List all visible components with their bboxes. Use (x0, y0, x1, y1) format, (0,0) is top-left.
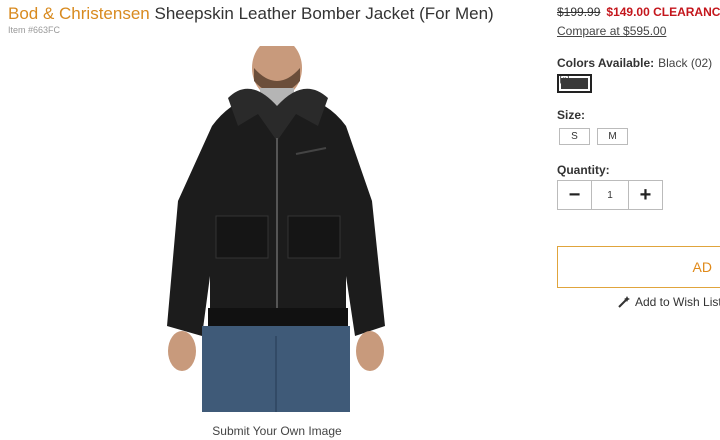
brand-link[interactable]: Bod & Christensen (8, 4, 150, 23)
add-to-cart-button[interactable]: AD (557, 246, 720, 288)
color-swatch-black[interactable] (557, 74, 592, 93)
swatch-fill (561, 78, 588, 89)
jacket-photo (167, 46, 385, 412)
price-block: $199.99 $149.00 CLEARANCE (557, 5, 720, 19)
quantity-increase-button[interactable]: + (628, 181, 662, 209)
original-price: $199.99 (557, 5, 601, 19)
selected-color: Black (02) (658, 56, 713, 70)
quantity-decrease-button[interactable]: − (558, 181, 592, 209)
quantity-label: Quantity: (557, 163, 610, 177)
size-option-s[interactable]: S (559, 128, 590, 145)
compare-price-link[interactable]: Compare at $595.00 (557, 24, 666, 38)
sale-price: $149.00 CLEARANCE (606, 5, 720, 19)
wishlist-label: Add to Wish List (635, 295, 720, 309)
add-to-wishlist-link[interactable]: Add to Wish List (617, 295, 720, 309)
size-label: Size: (557, 108, 586, 122)
product-name: Sheepskin Leather Bomber Jacket (For Men… (154, 4, 494, 23)
quantity-stepper: − + (557, 180, 663, 210)
quantity-input[interactable] (592, 181, 628, 209)
colors-label: Colors Available: (557, 56, 655, 70)
item-code: Item #663FC (8, 25, 61, 35)
product-image[interactable] (150, 46, 400, 412)
product-title: Bod & Christensen Sheepskin Leather Bomb… (8, 4, 494, 24)
magic-wand-icon (618, 296, 630, 308)
submit-image-link[interactable]: Submit Your Own Image (192, 424, 362, 438)
size-option-m[interactable]: M (597, 128, 628, 145)
